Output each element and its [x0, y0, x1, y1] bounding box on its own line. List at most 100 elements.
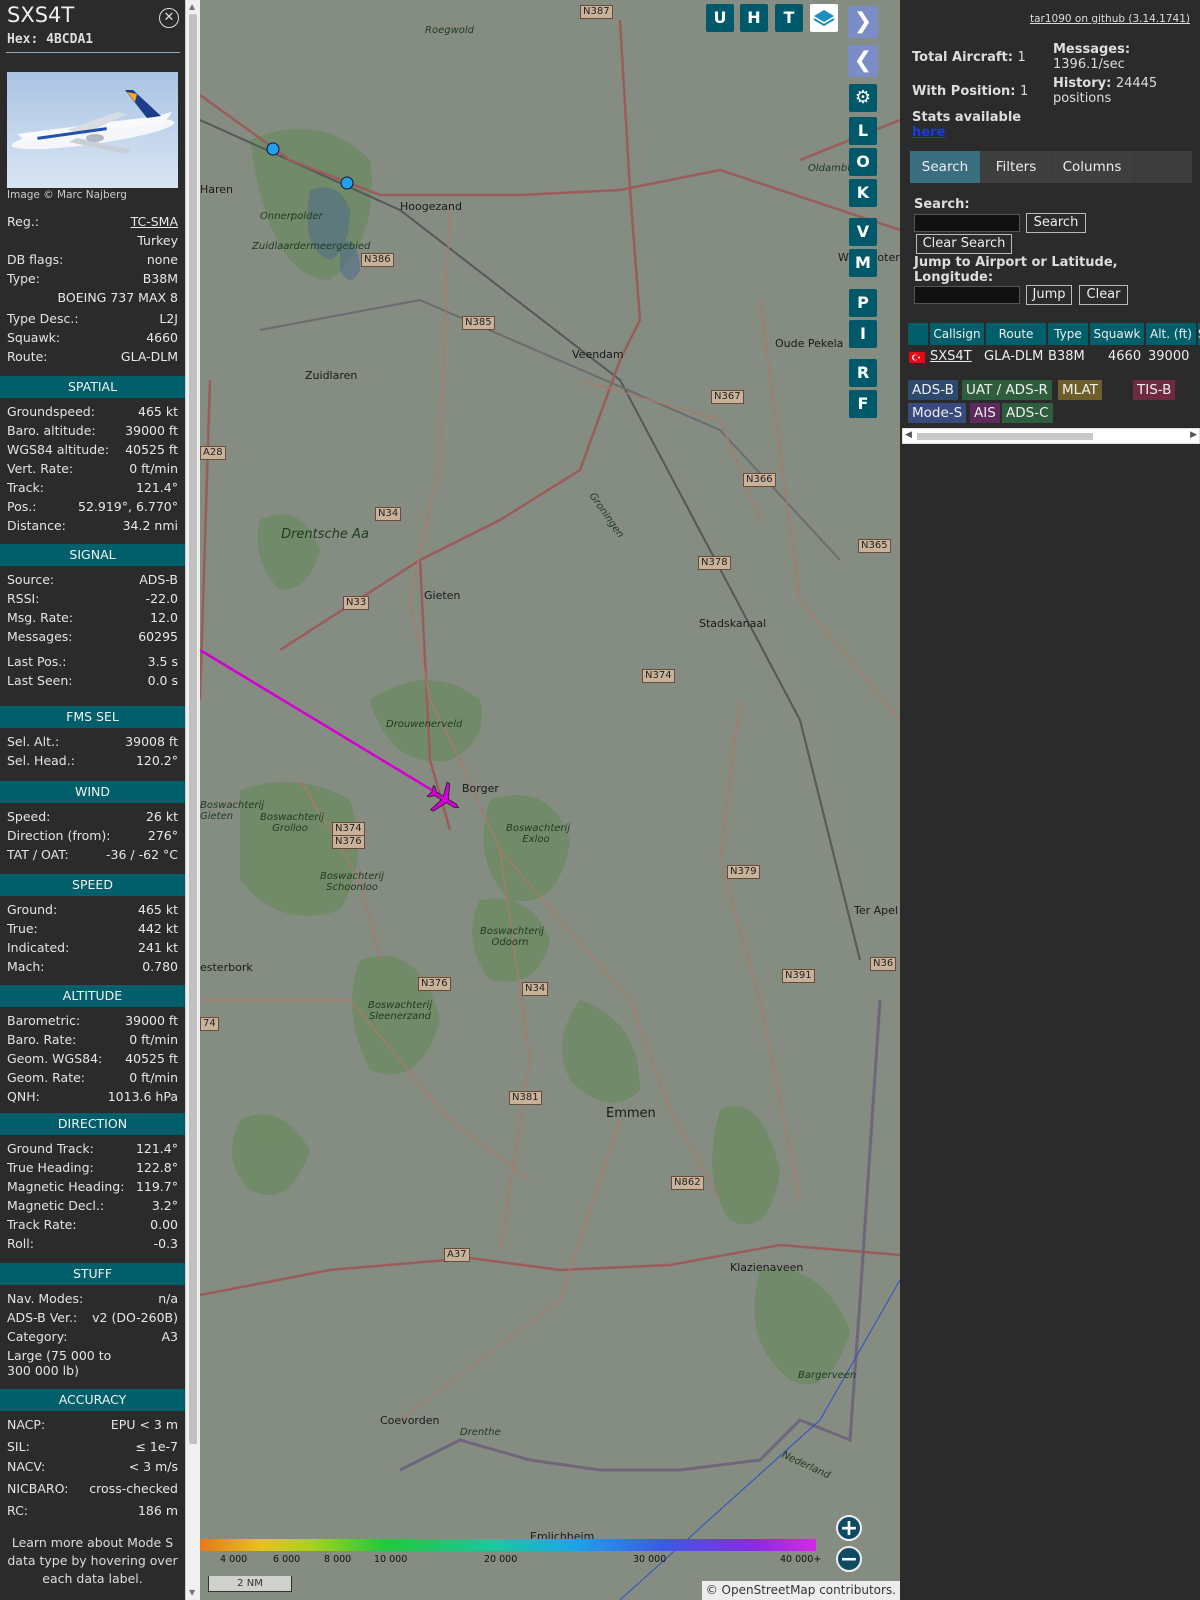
data-key[interactable]: NACV:: [7, 1459, 45, 1474]
column-header-type[interactable]: Type: [1048, 323, 1088, 345]
close-icon[interactable]: ✕: [159, 8, 179, 28]
aircraft-photo[interactable]: [7, 72, 178, 188]
data-key[interactable]: ADS-B Ver.:: [7, 1310, 77, 1325]
data-key[interactable]: Groundspeed:: [7, 404, 95, 419]
search-button[interactable]: Search: [1026, 213, 1086, 233]
toggle-f-button[interactable]: F: [849, 390, 877, 418]
stats-link[interactable]: here: [912, 125, 945, 140]
source-legend-ais[interactable]: AIS: [970, 403, 1000, 423]
collapse-left-icon[interactable]: ❮: [848, 45, 878, 77]
column-header-altitude[interactable]: Alt. (ft): [1146, 323, 1196, 345]
data-key[interactable]: Magnetic Decl.:: [7, 1198, 104, 1213]
scroll-left-icon[interactable]: ◀: [905, 430, 912, 440]
data-value: cross-checked: [89, 1481, 178, 1496]
data-key[interactable]: Indicated:: [7, 940, 69, 955]
data-key[interactable]: Sel. Head.:: [7, 753, 75, 768]
data-key[interactable]: Msg. Rate:: [7, 610, 73, 625]
data-key[interactable]: True:: [7, 921, 38, 936]
source-legend-ads-b[interactable]: ADS-B: [908, 380, 958, 400]
data-key[interactable]: WGS84 altitude:: [7, 442, 109, 457]
tab-columns[interactable]: Columns: [1052, 151, 1132, 183]
data-key[interactable]: Barometric:: [7, 1013, 80, 1028]
source-legend-mlat[interactable]: MLAT: [1058, 380, 1102, 400]
data-key[interactable]: Roll:: [7, 1236, 34, 1251]
data-key[interactable]: NACP:: [7, 1417, 45, 1432]
search-input[interactable]: [914, 214, 1020, 232]
toggle-r-button[interactable]: R: [849, 359, 877, 387]
tab-search[interactable]: Search: [910, 151, 980, 183]
layers-icon[interactable]: [810, 4, 838, 32]
data-key[interactable]: Track:: [7, 480, 44, 495]
sidebar-scrollbar[interactable]: ▲ ▼: [185, 0, 200, 1600]
data-key[interactable]: Ground:: [7, 902, 57, 917]
data-key[interactable]: Baro. altitude:: [7, 423, 96, 438]
data-key[interactable]: Direction (from):: [7, 828, 111, 843]
toggle-k-button[interactable]: K: [849, 179, 877, 207]
toggle-u-button[interactable]: U: [706, 4, 734, 32]
zoom-in-icon[interactable]: +: [836, 1515, 862, 1541]
column-header-squawk[interactable]: Squawk: [1090, 323, 1144, 345]
data-key[interactable]: QNH:: [7, 1089, 40, 1104]
data-key[interactable]: NICBARO:: [7, 1481, 68, 1496]
data-key[interactable]: Vert. Rate:: [7, 461, 73, 476]
info-value[interactable]: TC-SMA: [131, 214, 178, 229]
data-key[interactable]: Magnetic Heading:: [7, 1179, 124, 1194]
toggle-p-button[interactable]: P: [849, 289, 877, 317]
github-link[interactable]: tar1090 on github (3.14.1741): [1030, 13, 1190, 25]
data-key[interactable]: RSSI:: [7, 591, 39, 606]
column-header-callsign[interactable]: Callsign: [930, 323, 984, 345]
road-shield: N862: [671, 1176, 704, 1190]
source-legend-tis-b[interactable]: TIS-B: [1133, 380, 1176, 400]
data-key[interactable]: Large (75 000 to 300 000 lb): [7, 1348, 127, 1378]
data-key[interactable]: Nav. Modes:: [7, 1291, 83, 1306]
scrollbar-thumb[interactable]: [917, 433, 1093, 440]
data-key[interactable]: Distance:: [7, 518, 66, 533]
data-key[interactable]: Ground Track:: [7, 1141, 94, 1156]
clear-button[interactable]: Clear: [1079, 285, 1128, 305]
data-key[interactable]: Last Pos.:: [7, 654, 66, 669]
source-legend-ads-c[interactable]: ADS-C: [1002, 403, 1053, 423]
toggle-o-button[interactable]: O: [849, 148, 877, 176]
map-attribution[interactable]: © OpenStreetMap contributors.: [701, 1581, 900, 1600]
toggle-t-button[interactable]: T: [775, 4, 803, 32]
data-key[interactable]: Category:: [7, 1329, 67, 1344]
data-key[interactable]: TAT / OAT:: [7, 847, 69, 862]
column-header-route[interactable]: Route: [986, 323, 1046, 345]
scroll-down-icon[interactable]: ▼: [189, 1588, 195, 1597]
jump-button[interactable]: Jump: [1026, 285, 1072, 305]
row-callsign[interactable]: SXS4T: [930, 347, 972, 367]
source-legend-mode-s[interactable]: Mode-S: [908, 403, 967, 423]
toggle-m-button[interactable]: M: [849, 249, 877, 277]
settings-gear-icon[interactable]: ⚙: [849, 84, 877, 112]
scroll-right-icon[interactable]: ▶: [1190, 430, 1197, 440]
data-key[interactable]: Speed:: [7, 809, 50, 824]
toggle-h-button[interactable]: H: [740, 4, 768, 32]
data-key[interactable]: Baro. Rate:: [7, 1032, 76, 1047]
data-key[interactable]: Mach:: [7, 959, 44, 974]
data-key[interactable]: Geom. WGS84:: [7, 1051, 102, 1066]
data-key[interactable]: Track Rate:: [7, 1217, 77, 1232]
source-legend-uat-ads-r[interactable]: UAT / ADS-R: [962, 380, 1052, 400]
toggle-l-button[interactable]: L: [849, 117, 877, 145]
expand-right-icon[interactable]: ❯: [848, 6, 878, 38]
table-horizontal-scrollbar[interactable]: ▶ ◀: [902, 428, 1200, 444]
tab-filters[interactable]: Filters: [982, 151, 1050, 183]
data-key[interactable]: Geom. Rate:: [7, 1070, 85, 1085]
scrollbar-thumb[interactable]: [189, 14, 197, 1444]
data-key[interactable]: RC:: [7, 1503, 28, 1518]
zoom-out-icon[interactable]: −: [836, 1546, 862, 1572]
data-key[interactable]: True Heading:: [7, 1160, 94, 1175]
data-key[interactable]: Pos.:: [7, 499, 36, 514]
toggle-i-button[interactable]: I: [849, 320, 877, 348]
data-key[interactable]: Messages:: [7, 629, 73, 644]
clear-search-button[interactable]: Clear Search: [916, 234, 1012, 254]
scroll-up-icon[interactable]: ▲: [189, 2, 195, 11]
data-key[interactable]: Sel. Alt.:: [7, 734, 59, 749]
jump-input[interactable]: [914, 286, 1020, 304]
toggle-v-button[interactable]: V: [849, 218, 877, 246]
data-key[interactable]: Last Seen:: [7, 673, 72, 688]
map-view[interactable]: Hoogezand Veendam Oude Pekela Winschoter…: [200, 0, 900, 1600]
selected-aircraft-icon[interactable]: [424, 779, 464, 819]
data-key[interactable]: Source:: [7, 572, 54, 587]
data-key[interactable]: SIL:: [7, 1439, 30, 1454]
